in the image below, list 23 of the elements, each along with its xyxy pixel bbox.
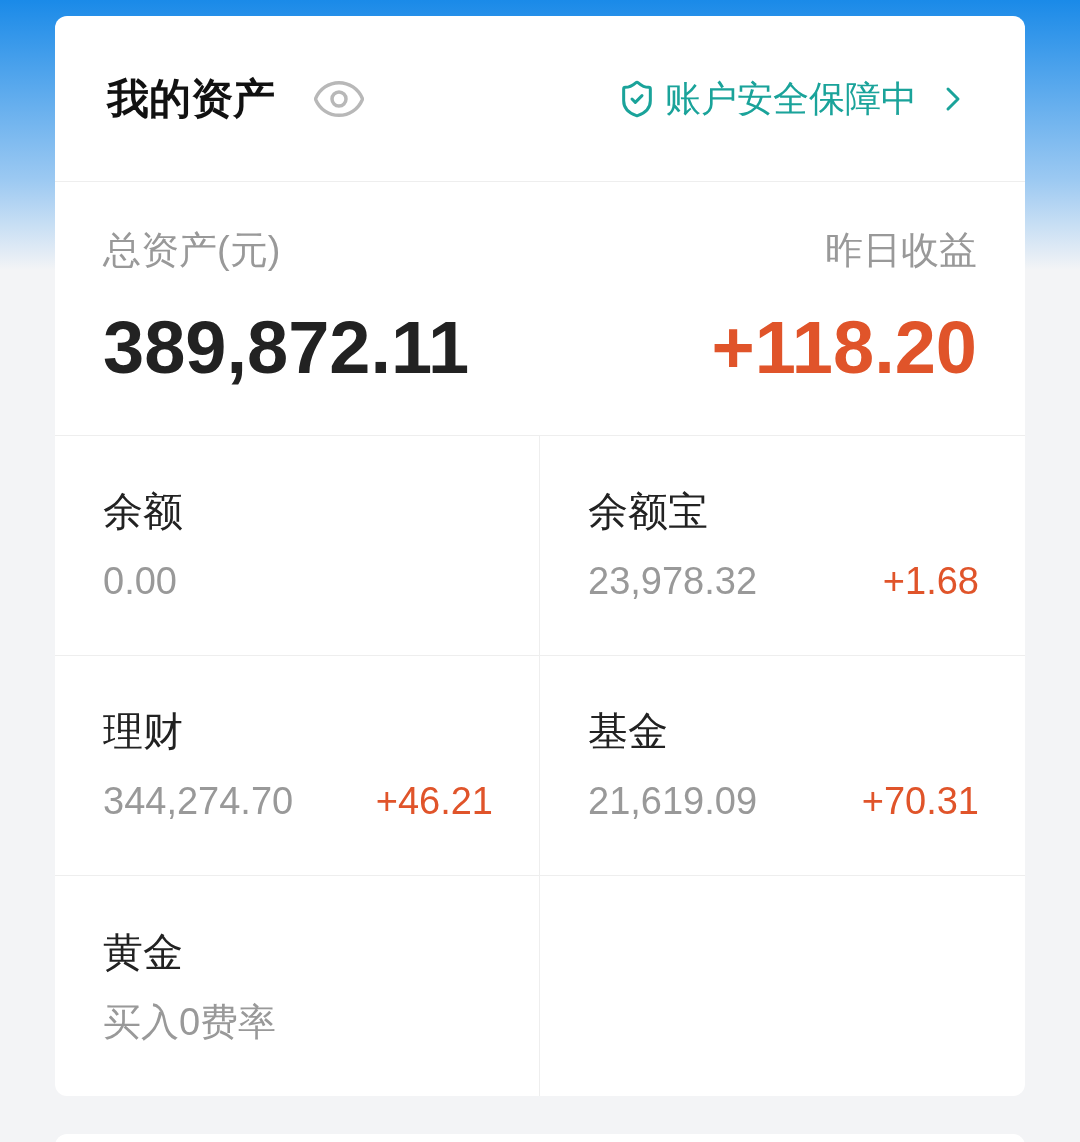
asset-gain: +1.68 bbox=[882, 559, 979, 604]
asset-gain: +46.21 bbox=[375, 779, 493, 824]
asset-tile[interactable]: 余额宝 23,978.32 +1.68 bbox=[540, 436, 1025, 656]
asset-name: 基金 bbox=[588, 708, 669, 755]
asset-name: 黄金 bbox=[103, 928, 184, 976]
yesterday-earnings-value: +118.20 bbox=[711, 311, 977, 385]
page-title: 我的资产 bbox=[107, 74, 275, 124]
asset-amount: 23,978.32 bbox=[588, 559, 758, 604]
asset-tile[interactable]: 余额 0.00 bbox=[55, 436, 540, 656]
asset-name: 理财 bbox=[103, 708, 184, 755]
asset-amount: 0.00 bbox=[103, 559, 177, 604]
total-assets-label: 总资产(元) bbox=[103, 228, 282, 273]
asset-amount: 买入0费率 bbox=[103, 999, 277, 1045]
asset-name: 余额 bbox=[103, 488, 184, 535]
asset-tile[interactable]: 理财 344,274.70 +46.21 bbox=[55, 656, 540, 876]
asset-name: 余额宝 bbox=[588, 488, 709, 535]
asset-gain: +70.31 bbox=[861, 779, 979, 824]
asset-tile[interactable]: 黄金 买入0费率 bbox=[55, 876, 540, 1096]
asset-amount: 21,619.09 bbox=[588, 779, 758, 824]
asset-tile[interactable]: 基金 21,619.09 +70.31 bbox=[540, 656, 1025, 876]
yesterday-earnings-label: 昨日收益 bbox=[825, 228, 977, 273]
asset-amount: 344,274.70 bbox=[103, 779, 294, 824]
total-assets-value: 389,872.11 bbox=[103, 311, 470, 385]
